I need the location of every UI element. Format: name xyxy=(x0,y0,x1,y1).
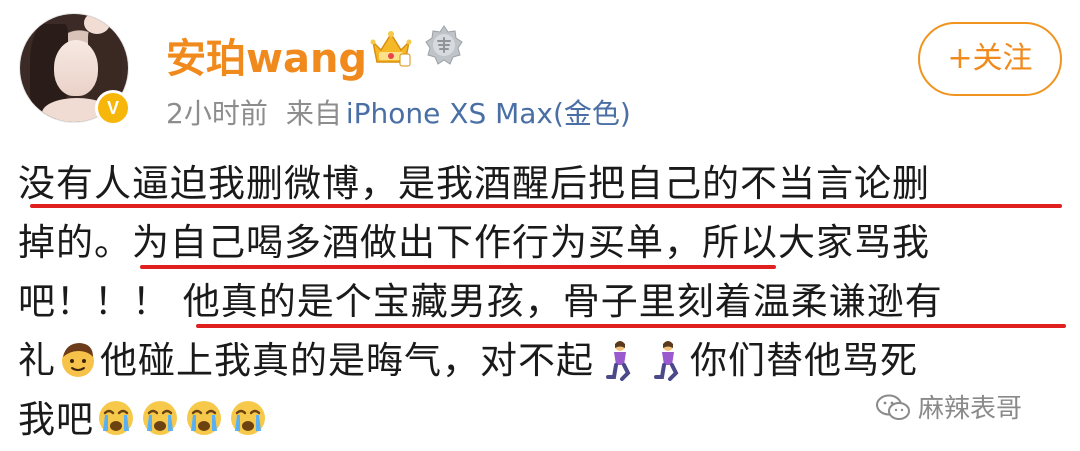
crying-face-emoji-icon xyxy=(231,401,265,435)
kneeling-woman-emoji-icon xyxy=(606,341,631,381)
post-line: 掉的。为自己喝多酒做出下作行为买单，所以大家骂我 xyxy=(18,213,1068,272)
post-line: 礼 他碰上我真的是晦气，对不起 你们替他骂死 xyxy=(18,331,1068,390)
author-name[interactable]: 安珀wang xyxy=(166,26,367,84)
post-line: 没有人逼迫我删微博，是我酒醒后把自己的不当言论删 xyxy=(18,154,1068,213)
follow-button[interactable]: +关注 xyxy=(918,22,1062,96)
answer-medal-icon xyxy=(425,25,463,65)
kneeling-woman-emoji-icon xyxy=(654,341,679,381)
watermark-text: 麻辣表哥 xyxy=(918,394,1023,424)
post-line-text: 你们替他骂死 xyxy=(690,339,918,382)
source-prefix: 来自 xyxy=(285,97,342,130)
boy-emoji-icon xyxy=(62,343,94,377)
vip-crown-icon xyxy=(370,31,412,67)
verified-badge-icon: V xyxy=(95,90,131,126)
wechat-icon xyxy=(876,394,910,420)
post-line-text: 礼 xyxy=(18,339,56,382)
crying-face-emoji-icon xyxy=(187,401,221,435)
post-line-text: 我吧 xyxy=(18,398,94,441)
highlight-underline xyxy=(30,204,1062,208)
post-line-text: 他碰上我真的是晦气，对不起 xyxy=(100,339,594,382)
highlight-underline xyxy=(196,324,1066,328)
post-line-text: 掉的。为自己喝多酒做出下作行为买单，所以大家骂我 xyxy=(18,221,930,264)
watermark: 麻辣表哥 xyxy=(876,388,1022,425)
post-meta: 2小时前 来自 iPhone XS Max(金色) xyxy=(166,92,631,132)
post-time: 2小时前 xyxy=(166,97,268,130)
avatar-face xyxy=(54,40,98,96)
post-line: 吧！！！ 他真的是个宝藏男孩，骨子里刻着温柔谦逊有 xyxy=(18,272,1068,331)
highlight-underline xyxy=(140,265,776,269)
crying-face-emoji-icon xyxy=(99,401,133,435)
crying-face-emoji-icon xyxy=(143,401,177,435)
post-line-text: 吧！！！ 他真的是个宝藏男孩，骨子里刻着温柔谦逊有 xyxy=(18,280,943,323)
source-device-link[interactable]: iPhone XS Max(金色) xyxy=(346,97,631,130)
post-line-text: 没有人逼迫我删微博，是我酒醒后把自己的不当言论删 xyxy=(18,162,930,205)
